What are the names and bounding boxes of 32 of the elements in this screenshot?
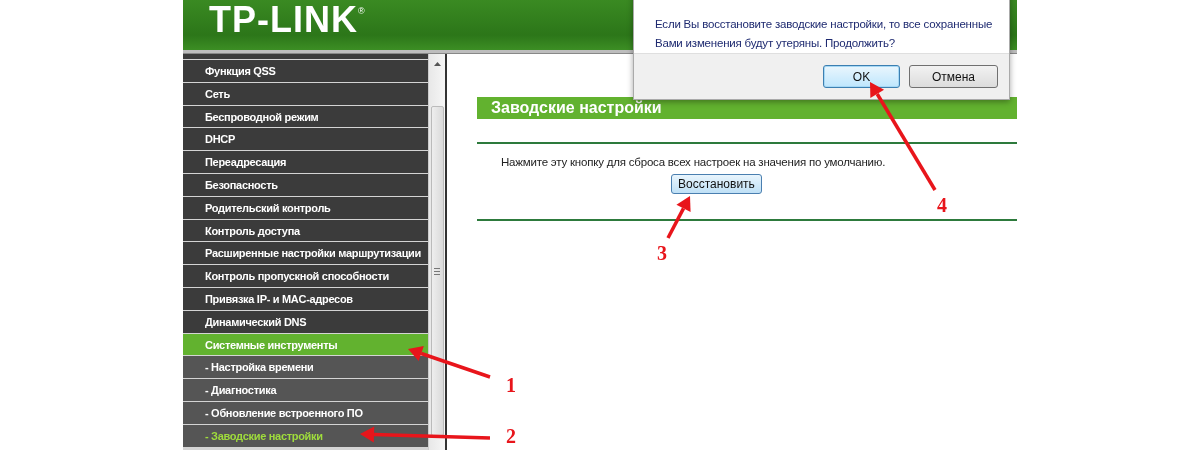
menu-item[interactable]: Родительский контроль [183, 196, 428, 219]
scrollbar[interactable] [428, 54, 447, 450]
annotation-arrow [666, 196, 691, 239]
menu-item[interactable]: Привязка IP- и MAC-адресов [183, 287, 428, 310]
menu-item[interactable]: Безопасность [183, 174, 428, 196]
registered-mark: ® [358, 6, 365, 16]
annotation-number: 3 [657, 242, 667, 264]
menu-item[interactable]: - Заводские настройки [183, 424, 428, 447]
menu-item[interactable]: Расширенные настройки маршрутизации [183, 242, 428, 265]
menu-item[interactable]: Сеть [183, 82, 428, 105]
dialog-message: Если Вы восстановите заводские настройки, то все сохраненные Вами изменения будут утеряны. Продолжить? [654, 17, 994, 51]
restore-button[interactable]: Восстановить [671, 174, 762, 194]
menu-item[interactable]: Переадресация [183, 151, 428, 173]
dialog-button[interactable]: OK [823, 65, 900, 88]
annotation-number: 1 [506, 374, 516, 396]
menu-item[interactable]: - Обновление встроенного ПО [183, 401, 428, 424]
menu-item[interactable]: - Настройка времени [183, 356, 428, 379]
description-text: Нажмите эту кнопку для сброса всех настроек на значения по умолчанию. [500, 155, 887, 168]
annotation-number: 4 [937, 194, 947, 216]
logo: TP-LINK [209, 0, 358, 39]
scrollbar-thumb[interactable] [430, 106, 444, 436]
menu-item[interactable]: Динамический DNS [183, 310, 428, 333]
menu-item[interactable]: Беспроводной режим [183, 105, 428, 128]
menu-item[interactable]: Контроль пропускной способности [183, 265, 428, 287]
scroll-up-icon[interactable] [433, 62, 441, 66]
menu-item[interactable]: Функция QSS [183, 60, 428, 82]
menu-item[interactable]: DHCP [183, 128, 428, 151]
annotation-number: 2 [506, 425, 516, 447]
menu-item[interactable]: Контроль доступа [183, 219, 428, 242]
menu-item[interactable]: - Диагностика [183, 379, 428, 401]
dialog-button[interactable]: Отмена [909, 65, 998, 88]
grip-icon [434, 267, 440, 275]
